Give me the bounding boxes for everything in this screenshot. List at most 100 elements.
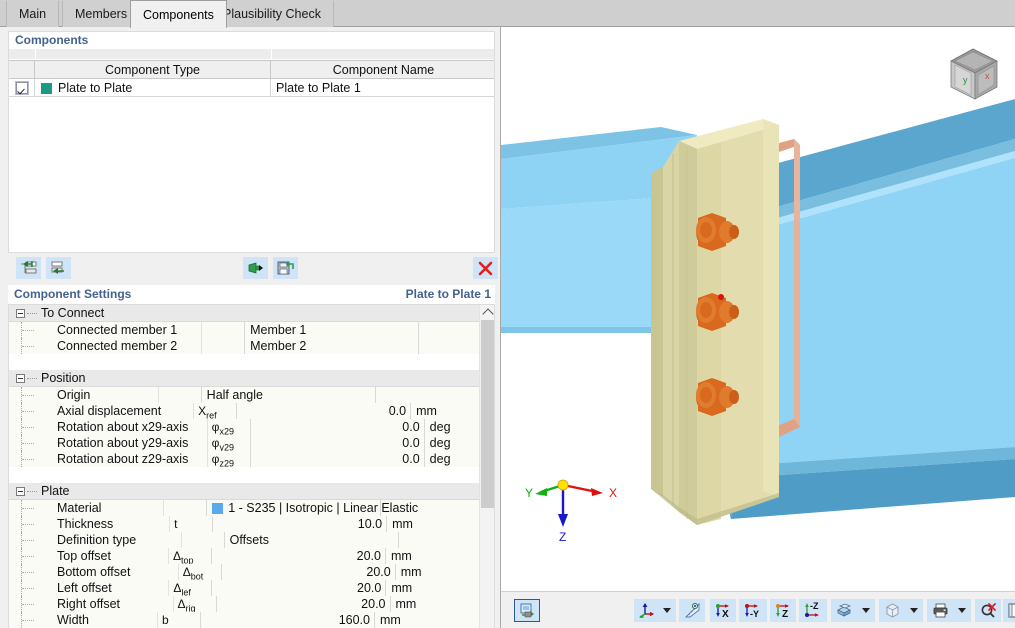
property-value[interactable]: 0.0: [251, 435, 424, 451]
property-value[interactable]: Offsets: [225, 532, 398, 548]
3d-model-canvas[interactable]: y x X Y Z: [501, 27, 1015, 591]
collapse-icon[interactable]: [16, 487, 25, 496]
property-value[interactable]: 20.0: [217, 596, 390, 612]
property-group-spacer: [9, 354, 488, 370]
property-row[interactable]: Definition typeOffsets: [9, 532, 488, 548]
render-mode-dropdown[interactable]: [857, 599, 875, 622]
property-category-to-connect[interactable]: To Connect: [9, 305, 488, 322]
property-row[interactable]: Rotation about y29-axisφy290.0deg: [9, 435, 488, 451]
tab-members[interactable]: Members: [62, 1, 140, 27]
collapse-icon[interactable]: [16, 309, 25, 318]
coordinate-system-dropdown[interactable]: [658, 599, 676, 622]
property-row[interactable]: Widthb160.0mm: [9, 612, 488, 628]
navigation-cube[interactable]: y x: [941, 43, 1005, 107]
property-row[interactable]: Top offsetΔtop20.0mm: [9, 548, 488, 564]
property-value[interactable]: 20.0: [222, 564, 395, 580]
header-component-type[interactable]: Component Type: [35, 61, 271, 79]
collapse-icon[interactable]: [16, 374, 25, 383]
property-value[interactable]: 160.0: [201, 612, 374, 628]
property-symbol: t: [169, 516, 213, 532]
tab-plausibility-check[interactable]: Plausibility Check: [210, 1, 334, 27]
display-box-button[interactable]: [879, 599, 905, 622]
measure-button[interactable]: [679, 599, 705, 622]
property-category-plate[interactable]: Plate: [9, 483, 488, 500]
header-component-name[interactable]: Component Name: [271, 61, 496, 79]
property-row[interactable]: Thicknesst10.0mm: [9, 516, 488, 532]
property-value-text: Member 1: [250, 322, 306, 338]
property-row[interactable]: Bottom offsetΔbot20.0mm: [9, 564, 488, 580]
property-row[interactable]: Axial displacementXref0.0mm: [9, 403, 488, 419]
property-value[interactable]: 10.0: [213, 516, 386, 532]
property-value-text: 0.0: [389, 403, 406, 419]
zoom-reset-button[interactable]: [975, 599, 1001, 622]
property-unit: mm: [385, 548, 431, 564]
property-value[interactable]: 1 - S235 | Isotropic | Linear Elastic: [207, 500, 380, 516]
property-row[interactable]: Right offsetΔrig20.0mm: [9, 596, 488, 612]
axis-label-z: Z: [559, 530, 566, 543]
scroll-up-icon[interactable]: [480, 305, 495, 319]
property-grid-scrollbar[interactable]: [479, 305, 494, 628]
property-row[interactable]: Rotation about z29-axisφz290.0deg: [9, 451, 488, 467]
tab-main[interactable]: Main: [6, 1, 59, 27]
property-value-text: 20.0: [357, 580, 381, 596]
row-component-name-cell[interactable]: Plate to Plate 1: [271, 79, 496, 97]
svg-text:Z: Z: [782, 609, 788, 619]
property-value[interactable]: 0.0: [251, 451, 424, 467]
delete-component-icon[interactable]: [473, 257, 498, 279]
property-row[interactable]: Material1 - S235 | Isotropic | Linear El…: [9, 500, 488, 516]
coordinate-system-button[interactable]: [634, 599, 658, 622]
scrollbar-thumb[interactable]: [481, 320, 494, 508]
property-value[interactable]: Member 2: [245, 338, 418, 354]
table-row[interactable]: Plate to Plate Plate to Plate 1: [9, 79, 494, 97]
property-symbol: φx29: [207, 419, 251, 435]
tree-indent: [9, 500, 57, 516]
components-group: Components Component Type Component Name…: [8, 31, 495, 253]
property-label: Rotation about y29-axis: [57, 435, 207, 451]
property-symbol: Δtop: [168, 548, 212, 564]
panel-toggle-button[interactable]: [1003, 599, 1015, 622]
property-category-position[interactable]: Position: [9, 370, 488, 387]
component-settings-subject: Plate to Plate 1: [406, 287, 491, 301]
view-in-z-button[interactable]: Z: [770, 599, 796, 622]
axis-triad: X Y Z: [525, 463, 625, 543]
view-in-negative-z-button[interactable]: -Z: [799, 599, 827, 622]
property-symbol: [158, 387, 202, 403]
property-row[interactable]: OriginHalf angle: [9, 387, 488, 403]
property-value[interactable]: 20.0: [212, 548, 385, 564]
property-row[interactable]: Connected member 1Member 1: [9, 322, 488, 338]
3d-viewport[interactable]: y x X Y Z: [500, 27, 1015, 628]
property-value[interactable]: 0.0: [237, 403, 410, 419]
property-value[interactable]: Member 1: [245, 322, 418, 338]
row-select-cell[interactable]: [9, 79, 35, 97]
print-dropdown[interactable]: [953, 599, 971, 622]
property-row[interactable]: Rotation about x29-axisφx290.0deg: [9, 419, 488, 435]
insert-component-below-icon[interactable]: [46, 257, 71, 279]
property-unit: mm: [410, 403, 456, 419]
property-value[interactable]: Half angle: [202, 387, 375, 403]
property-symbol: Δrig: [173, 596, 217, 612]
property-value[interactable]: 0.0: [251, 419, 424, 435]
svg-text:-Y: -Y: [750, 609, 759, 619]
property-unit: [418, 322, 464, 338]
render-mode-button[interactable]: [831, 599, 857, 622]
property-row[interactable]: Connected member 2Member 2: [9, 338, 488, 354]
tree-indent: [9, 596, 57, 612]
property-unit: [375, 387, 421, 403]
render-snapshot-button[interactable]: [514, 599, 540, 622]
print-button[interactable]: [927, 599, 953, 622]
row-component-type-cell[interactable]: Plate to Plate: [35, 79, 271, 97]
import-component-icon[interactable]: [243, 257, 268, 279]
view-in-negative-y-button[interactable]: -Y: [739, 599, 767, 622]
view-in-x-button[interactable]: X: [710, 599, 736, 622]
property-value[interactable]: 20.0: [212, 580, 385, 596]
components-toolbar: [8, 253, 495, 283]
property-row[interactable]: Left offsetΔlef20.0mm: [9, 580, 488, 596]
row-checkbox[interactable]: [16, 82, 28, 94]
tab-components[interactable]: Components: [130, 0, 227, 28]
tree-indent: [9, 435, 57, 451]
insert-component-above-icon[interactable]: [16, 257, 41, 279]
tree-indent: [9, 516, 57, 532]
property-value-text: Member 2: [250, 338, 306, 354]
export-component-icon[interactable]: [273, 257, 298, 279]
display-box-dropdown[interactable]: [905, 599, 923, 622]
